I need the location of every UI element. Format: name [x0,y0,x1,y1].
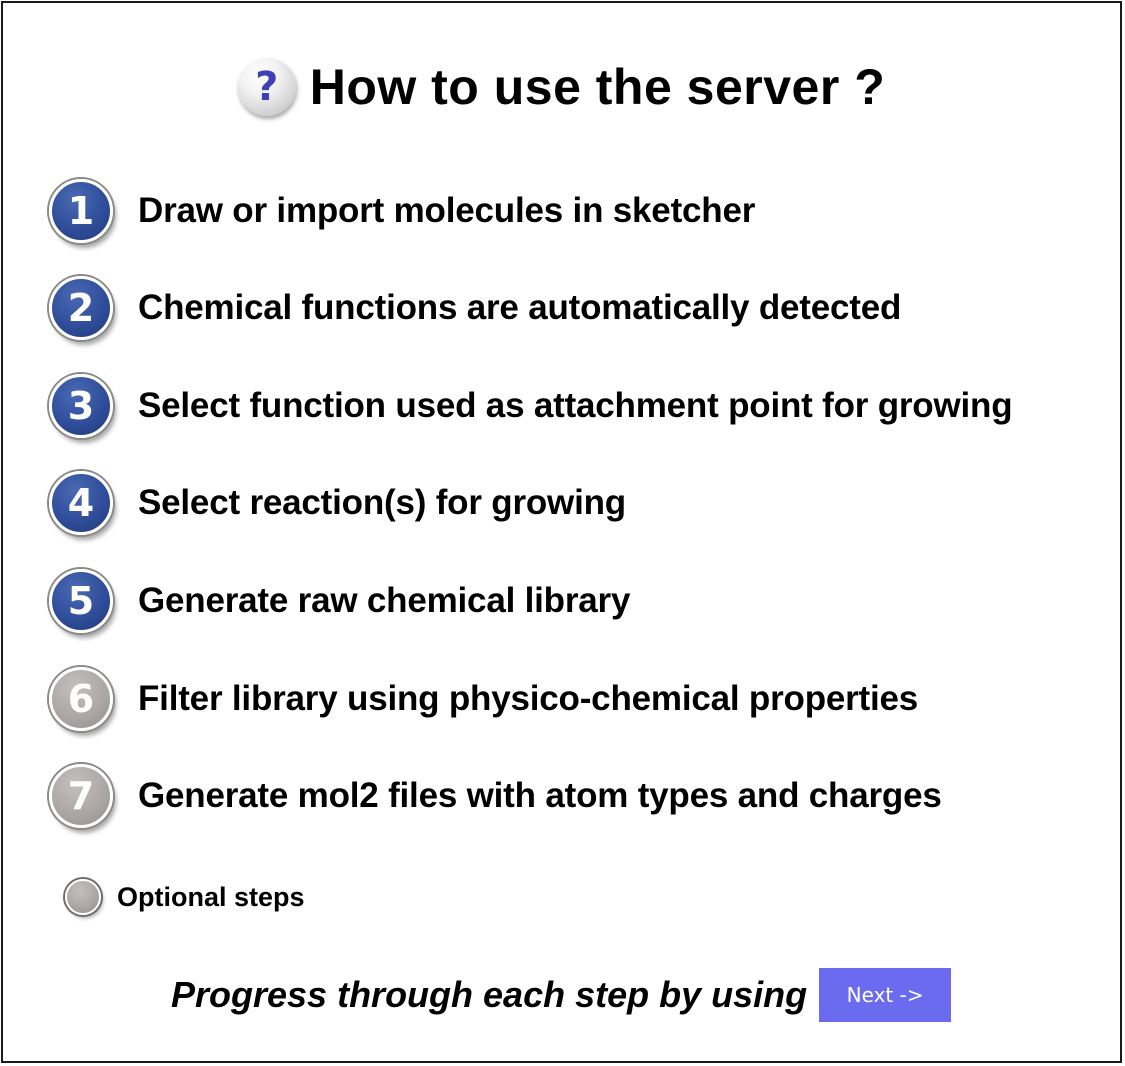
step-number-badge: 3 [49,374,113,438]
page-title: How to use the server ? [309,59,886,115]
step-label: Select reaction(s) for growing [138,483,626,522]
help-panel: ? How to use the server ? 1 Draw or impo… [1,1,1122,1063]
step-item-3: 3 Select function used as attachment poi… [49,372,1013,440]
step-number-badge-optional: 6 [49,667,113,731]
step-item-2: 2 Chemical functions are automatically d… [49,274,901,342]
step-label: Filter library using physico-chemical pr… [138,679,919,718]
question-mark-glyph: ? [255,64,279,110]
next-button[interactable]: Next -> [819,968,952,1022]
step-number-badge-optional: 7 [49,764,113,828]
footer-text: Progress through each step by using [171,974,808,1015]
step-item-5: 5 Generate raw chemical library [49,567,630,635]
step-label: Chemical functions are automatically det… [138,288,902,327]
step-item-6: 6 Filter library using physico-chemical … [49,665,918,733]
question-mark-icon: ? [237,58,296,116]
step-number-badge: 2 [49,276,113,340]
optional-step-dot-icon [65,879,101,915]
step-item-4: 4 Select reaction(s) for growing [49,469,626,537]
step-label: Generate mol2 files with atom types and … [138,776,942,815]
step-label: Generate raw chemical library [138,581,631,620]
step-item-7: 7 Generate mol2 files with atom types an… [49,762,942,830]
optional-steps-legend: Optional steps [65,877,305,917]
step-label: Draw or import molecules in sketcher [138,191,756,230]
legend-label: Optional steps [117,881,305,912]
step-item-1: 1 Draw or import molecules in sketcher [49,177,755,245]
page-header: ? How to use the server ? [3,55,1120,119]
step-number-badge: 5 [49,569,113,633]
step-number-badge: 4 [49,471,113,535]
step-label: Select function used as attachment point… [138,386,1013,425]
footer-instruction: Progress through each step by using Next… [171,967,952,1023]
step-number-badge: 1 [49,179,113,243]
